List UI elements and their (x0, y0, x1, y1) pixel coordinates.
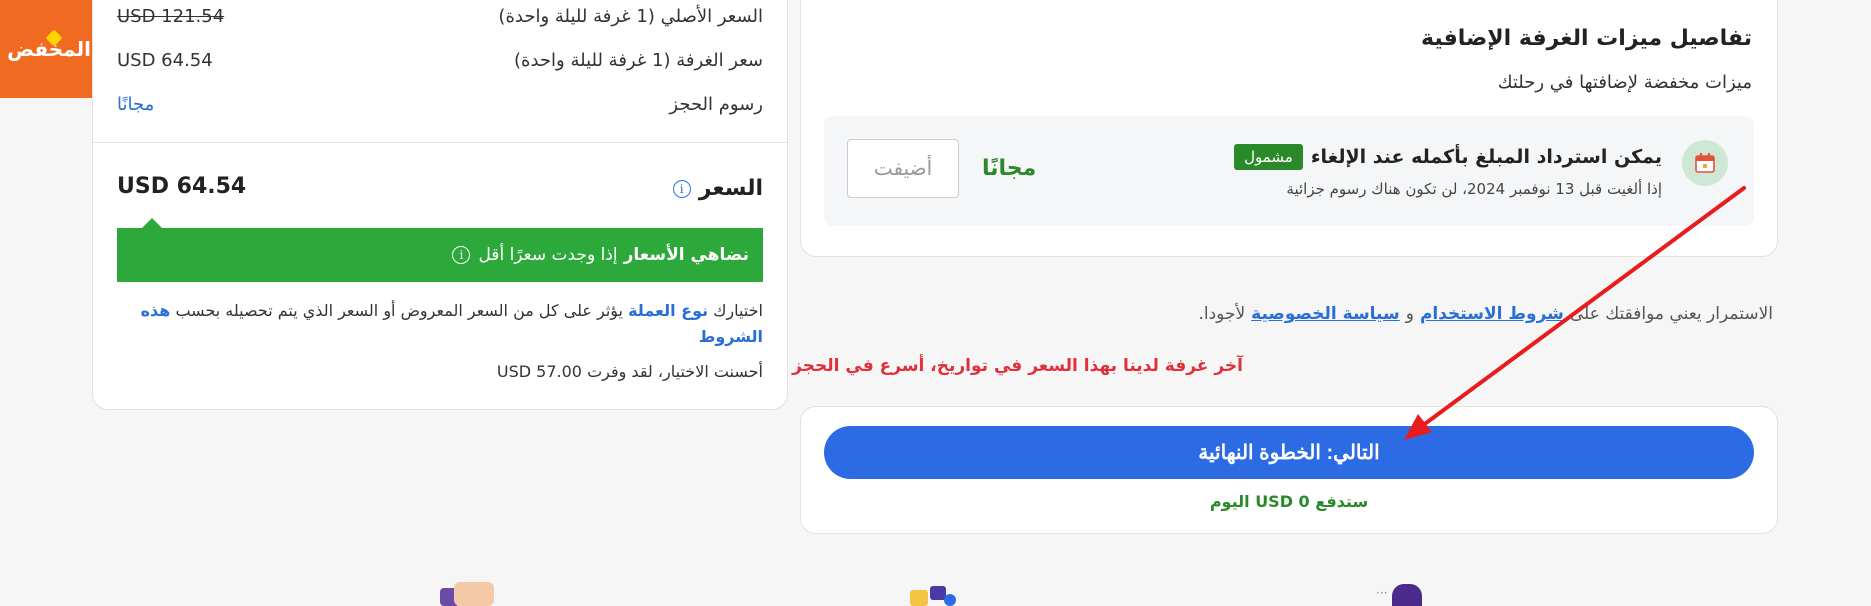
notch (142, 218, 162, 228)
refund-free-label: مجانًا (982, 156, 1037, 181)
room-price-value: USD 64.54 (117, 50, 213, 71)
refund-title-row: يمكن استرداد المبلغ بأكمله عند الإلغاء م… (1234, 144, 1662, 170)
refund-title: يمكن استرداد المبلغ بأكمله عند الإلغاء (1310, 146, 1662, 168)
added-button[interactable]: أضيفت (847, 139, 959, 198)
info-circle-icon: i (452, 246, 471, 264)
agreement-and: و (1405, 304, 1414, 324)
total-price-label: السعر (698, 176, 763, 201)
currency-type-link[interactable]: نوع العملة (628, 301, 708, 320)
price-match-banner[interactable]: نضاهي الأسعار إذا وجدت سعرًا أقل i (117, 228, 763, 282)
illustration-1-icon (440, 580, 496, 606)
privacy-policy-link[interactable]: سياسة الخصوصية (1251, 304, 1400, 324)
original-price-value: USD 121.54 (117, 6, 225, 27)
illustration-2-icon (906, 584, 962, 606)
price-match-bold: نضاهي الأسعار (623, 245, 749, 265)
booking-fees-label: رسوم الحجز (669, 94, 763, 115)
refund-option (824, 116, 1754, 226)
room-price-label: سعر الغرفة (1 غرفة لليلة واحدة) (514, 50, 763, 71)
original-price-label: السعر الأصلي (1 غرفة لليلة واحدة) (498, 6, 763, 27)
pay-today-text: ستدفع USD 0 اليوم (1209, 492, 1369, 511)
agreement-text: الاستمرار يعني موافقتك على شروط الاستخدا… (1198, 304, 1773, 324)
extras-title: تفاصيل ميزات الغرفة الإضافية (1421, 26, 1752, 51)
total-price-heading: السعر i (672, 176, 763, 201)
illustration-3-icon: ··· (1374, 582, 1430, 606)
divider (93, 142, 787, 143)
agreement-suffix: لأجودا. (1198, 304, 1246, 324)
total-price-value: USD 64.54 (117, 174, 247, 199)
currency-note-pre: اختيارك (713, 301, 763, 320)
urgency-message: آخر غرفة لدينا بهذا السعر في تواريخ، أسر… (792, 356, 1243, 376)
currency-note-post: يؤثر على كل من السعر المعروض أو السعر ال… (175, 301, 623, 320)
calendar-icon (1682, 140, 1728, 186)
brand-logo[interactable]: المخفض (0, 0, 98, 98)
terms-of-use-link[interactable]: شروط الاستخدام (1420, 304, 1564, 324)
extras-subtitle: ميزات مخفضة لإضافتها في رحلتك (1497, 72, 1752, 93)
info-icon[interactable]: i (672, 179, 691, 198)
booking-fees-value: مجانًا (117, 94, 155, 115)
price-match-rest: إذا وجدت سعرًا أقل (478, 245, 618, 265)
agreement-prefix: الاستمرار يعني موافقتك على (1569, 304, 1773, 324)
next-final-step-button[interactable]: التالي: الخطوة النهائية (824, 426, 1754, 479)
included-badge: مشمول (1234, 144, 1303, 170)
currency-note: اختيارك نوع العملة يؤثر على كل من السعر … (117, 298, 763, 350)
refund-note: إذا ألغيت قبل 13 نوفمبر 2024، لن تكون هن… (1286, 180, 1662, 198)
savings-text: أحسنت الاختيار، لقد وفرت USD 57.00 (496, 362, 763, 381)
